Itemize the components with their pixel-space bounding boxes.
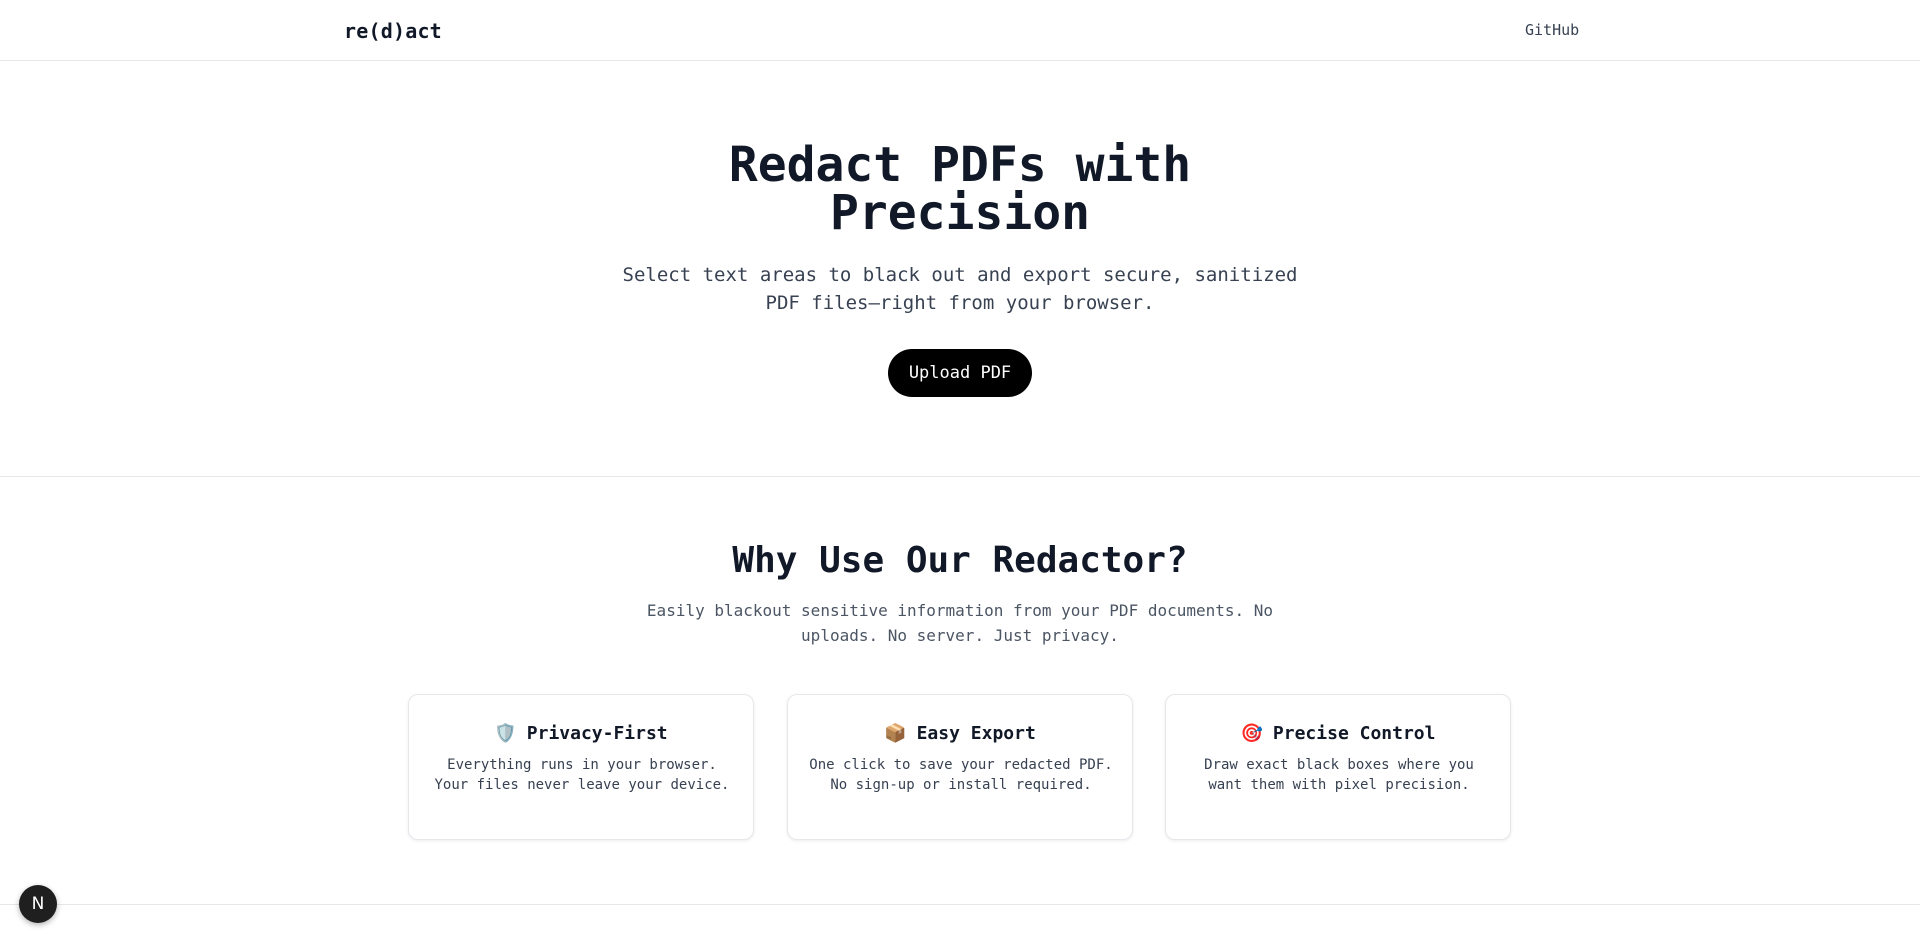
upload-pdf-button[interactable]: Upload PDF xyxy=(888,349,1032,397)
features-subtitle: Easily blackout sensitive information fr… xyxy=(646,601,1274,645)
target-icon: 🎯 xyxy=(1240,723,1263,744)
nextjs-icon[interactable]: N xyxy=(19,885,57,923)
feature-title: Easy Export xyxy=(916,723,1036,744)
feature-description: Everything runs in your browser. Your fi… xyxy=(434,757,730,793)
package-icon: 📦 xyxy=(884,723,907,744)
logo[interactable]: re(d)act xyxy=(344,19,442,43)
section-divider xyxy=(0,904,1920,905)
shield-icon: 🛡️ xyxy=(494,723,517,744)
feature-card-control: 🎯 Precise Control Draw exact black boxes… xyxy=(1165,694,1511,840)
nextjs-badge-label: N xyxy=(31,894,45,914)
feature-title: Precise Control xyxy=(1272,723,1436,744)
feature-card-export: 📦 Easy Export One click to save your red… xyxy=(787,694,1133,840)
feature-description: One click to save your redacted PDF. No … xyxy=(809,757,1113,793)
feature-title: Privacy-First xyxy=(526,723,668,744)
hero-section: Redact PDFs with Precision Select text a… xyxy=(0,61,1920,477)
hero-subtitle: Select text areas to black out and expor… xyxy=(622,264,1298,314)
github-link[interactable]: GitHub xyxy=(1525,21,1579,39)
hero-title: Redact PDFs with Precision xyxy=(728,137,1192,241)
feature-card-privacy: 🛡️ Privacy-First Everything runs in your… xyxy=(408,694,754,840)
top-nav: re(d)act GitHub xyxy=(0,0,1920,61)
feature-description: Draw exact black boxes where you want th… xyxy=(1204,757,1474,793)
features-heading: Why Use Our Redactor? xyxy=(732,540,1188,581)
